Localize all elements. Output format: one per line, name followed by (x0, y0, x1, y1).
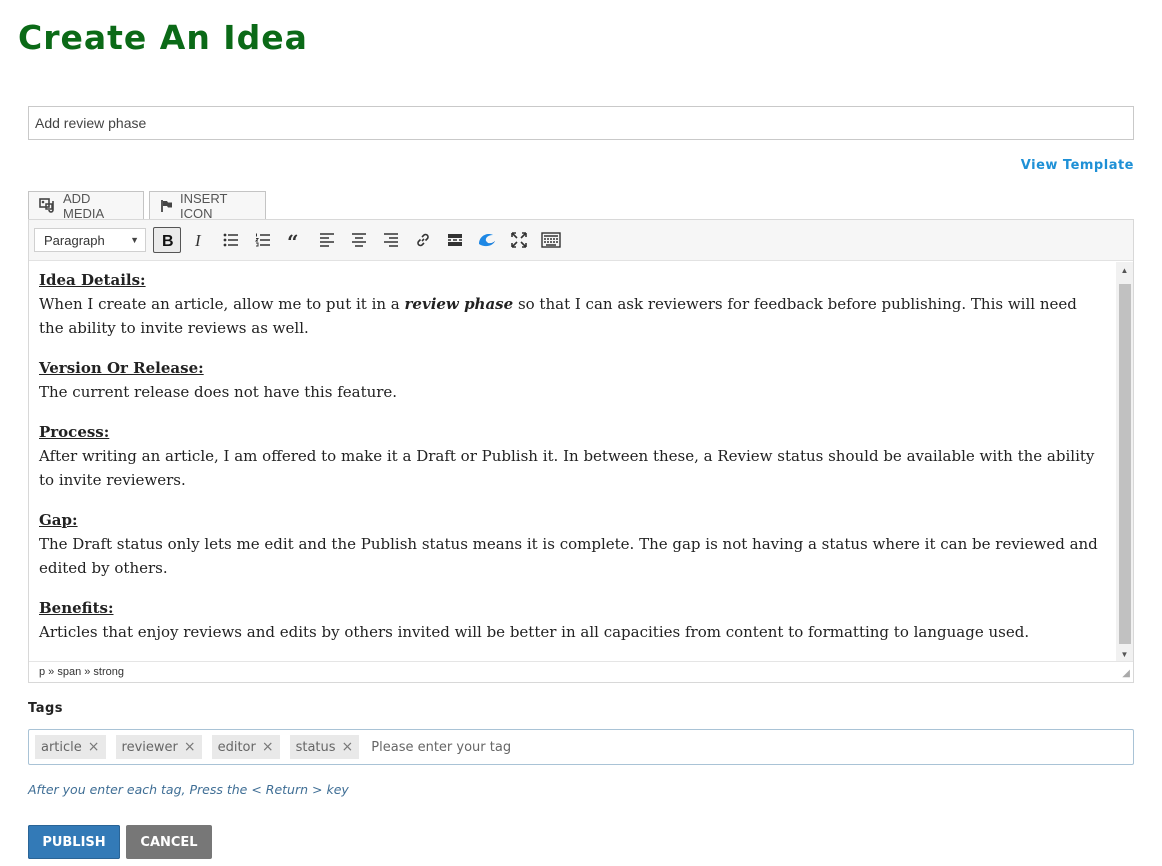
tag-label: editor (217, 739, 256, 755)
remove-tag-icon[interactable]: × (342, 739, 354, 755)
tag-chip: reviewer × (115, 735, 202, 759)
scroll-up-icon[interactable]: ▲ (1116, 262, 1133, 278)
bullet-list-button[interactable] (217, 227, 245, 253)
insert-icon-button[interactable]: INSERT ICON (149, 190, 266, 221)
page-title: Create An Idea (18, 18, 308, 57)
scrollbar-thumb[interactable] (1119, 284, 1131, 644)
align-right-icon (383, 233, 399, 247)
blockquote-icon: “ (287, 233, 303, 247)
section-text: The current release does not have this f… (39, 383, 398, 401)
align-left-button[interactable] (313, 227, 341, 253)
rich-text-editor: Paragraph ▼ B I “ Idea Details: When I c… (28, 219, 1134, 683)
content-section: Version Or Release: The current release … (39, 356, 1106, 404)
wordpress-button[interactable] (473, 227, 501, 253)
scroll-down-icon[interactable]: ▼ (1116, 646, 1133, 662)
editor-content[interactable]: Idea Details: When I create an article, … (29, 262, 1116, 662)
section-heading: Idea Details: (39, 271, 146, 289)
wordpress-icon (477, 232, 497, 248)
read-more-button[interactable] (441, 227, 469, 253)
tag-label: reviewer (121, 739, 178, 755)
tag-label: article (41, 739, 82, 755)
add-media-label: ADD MEDIA (63, 190, 105, 221)
content-section: Gap: The Draft status only lets me edit … (39, 508, 1106, 580)
tag-chip: status × (289, 735, 360, 759)
section-text: When I create an article, allow me to pu… (39, 295, 405, 313)
italic-button[interactable]: I (185, 227, 213, 253)
remove-tag-icon[interactable]: × (88, 739, 100, 755)
bold-button[interactable]: B (153, 227, 181, 253)
numbered-list-icon (255, 233, 271, 247)
link-button[interactable] (409, 227, 437, 253)
element-path: p » span » strong (29, 661, 1133, 682)
section-text: The Draft status only lets me edit and t… (39, 535, 1098, 577)
read-more-icon (447, 233, 463, 247)
tag-chip: editor × (211, 735, 280, 759)
emphasized-text: review phase (404, 295, 514, 313)
cancel-button[interactable]: CANCEL (126, 825, 212, 859)
remove-tag-icon[interactable]: × (262, 739, 274, 755)
section-heading: Gap: (39, 511, 78, 529)
fullscreen-button[interactable] (505, 227, 533, 253)
fullscreen-icon (511, 232, 527, 248)
insert-icon-label: INSERT ICON (180, 190, 228, 221)
italic-icon: I (192, 232, 206, 248)
chevron-down-icon: ▼ (130, 235, 139, 245)
align-center-button[interactable] (345, 227, 373, 253)
remove-tag-icon[interactable]: × (184, 739, 196, 755)
section-heading: Process: (39, 423, 110, 441)
tags-input-box[interactable]: article × reviewer × editor × status × (28, 729, 1134, 765)
editor-toolbar: Paragraph ▼ B I “ (29, 220, 1133, 261)
tag-label: status (295, 739, 336, 755)
format-select-value: Paragraph (44, 232, 105, 248)
tag-chip: article × (35, 735, 106, 759)
flag-icon (160, 199, 174, 213)
bold-icon: B (160, 232, 174, 248)
add-media-icon (39, 197, 57, 214)
section-text: Articles that enjoy reviews and edits by… (39, 623, 1030, 641)
content-section: Process: After writing an article, I am … (39, 420, 1106, 492)
align-right-button[interactable] (377, 227, 405, 253)
svg-text:I: I (194, 232, 202, 248)
bullet-list-icon (223, 233, 239, 247)
idea-title-input[interactable] (28, 106, 1134, 140)
resize-handle-icon[interactable]: ◢ (1122, 669, 1130, 679)
section-heading: Version Or Release: (39, 359, 204, 377)
add-media-button[interactable]: ADD MEDIA (28, 190, 144, 221)
publish-button[interactable]: PUBLISH (28, 825, 120, 859)
view-template-link[interactable]: View Template (1021, 158, 1134, 173)
align-center-icon (351, 233, 367, 247)
format-select[interactable]: Paragraph ▼ (34, 228, 146, 252)
tags-label: Tags (28, 701, 64, 716)
content-section: Idea Details: When I create an article, … (39, 268, 1106, 340)
tags-hint: After you enter each tag, Press the < Re… (28, 782, 349, 797)
keyboard-button[interactable] (537, 227, 565, 253)
numbered-list-button[interactable] (249, 227, 277, 253)
svg-text:“: “ (287, 233, 299, 247)
content-section: Benefits: Articles that enjoy reviews an… (39, 596, 1106, 644)
tag-input[interactable] (369, 735, 1133, 759)
link-icon (415, 232, 431, 248)
blockquote-button[interactable]: “ (281, 227, 309, 253)
svg-text:B: B (162, 233, 174, 248)
editor-scrollbar[interactable]: ▲ ▼ (1116, 262, 1133, 662)
keyboard-icon (541, 232, 561, 248)
section-text: After writing an article, I am offered t… (39, 447, 1095, 489)
section-heading: Benefits: (39, 599, 114, 617)
align-left-icon (319, 233, 335, 247)
